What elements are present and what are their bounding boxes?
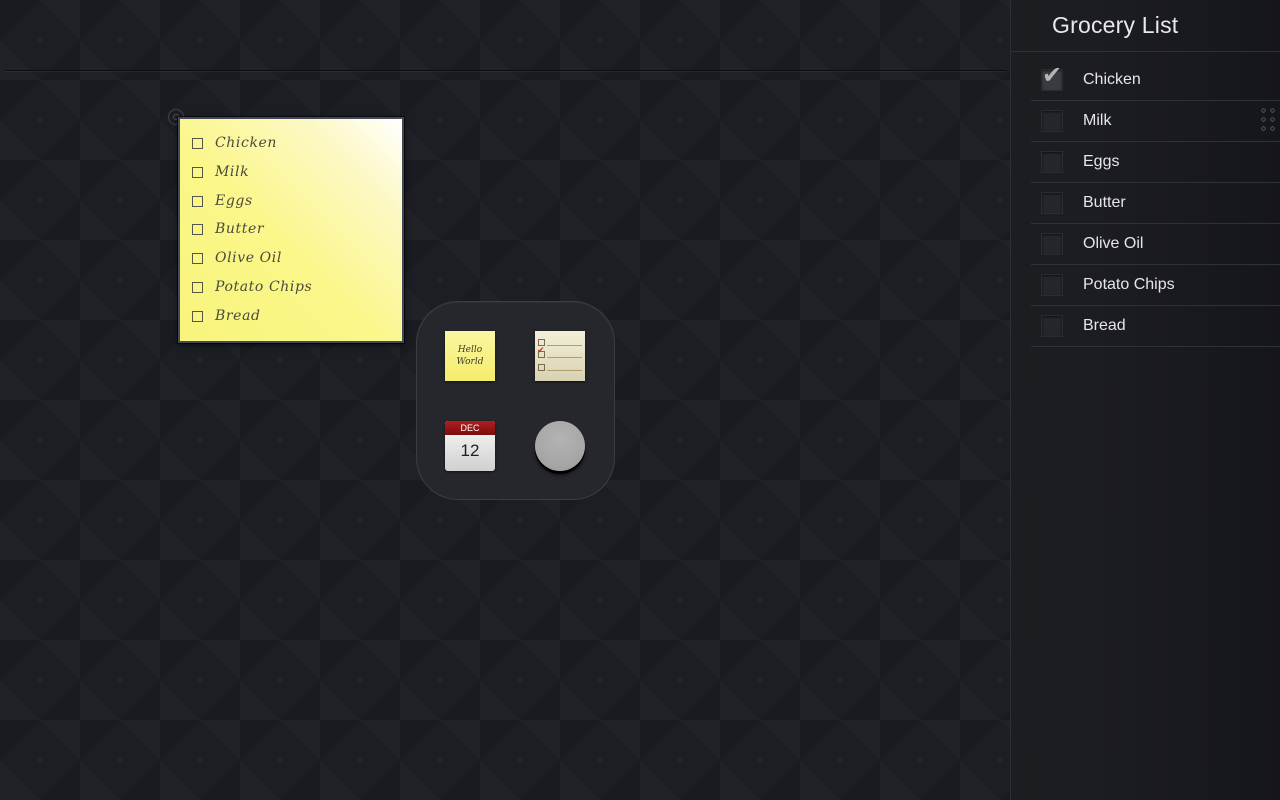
- note-item: Eggs: [192, 190, 253, 212]
- item-label: Chicken: [1083, 71, 1141, 88]
- grocery-list-sidebar: Grocery List ✔ Chicken Milk Eggs Butter: [1010, 0, 1280, 800]
- note-checkbox[interactable]: [192, 166, 203, 178]
- widget-board: Chicken Milk Eggs Butter Olive Oil Potat…: [0, 0, 1010, 800]
- calendar-day: 12: [460, 441, 480, 460]
- note-item-label: Olive Oil: [215, 250, 282, 266]
- note-item: Potato Chips: [192, 276, 312, 298]
- note-item-label: Bread: [215, 308, 261, 324]
- note-checkbox[interactable]: [192, 252, 203, 264]
- item-checkbox[interactable]: [1041, 192, 1063, 214]
- note-checkbox[interactable]: [192, 195, 203, 207]
- checklist-row-icon: [538, 364, 582, 373]
- note-item-label: Chicken: [215, 135, 278, 151]
- checklist-row-icon: [538, 339, 582, 348]
- clock-widget-button[interactable]: [535, 421, 585, 471]
- item-label: Butter: [1083, 194, 1126, 211]
- item-checkbox[interactable]: [1041, 110, 1063, 132]
- item-checkbox[interactable]: [1041, 151, 1063, 173]
- note-item-label: Potato Chips: [215, 279, 313, 295]
- calendar-month: DEC: [445, 421, 495, 435]
- toolbar-divider: [6, 70, 1006, 71]
- list-item[interactable]: ✔ Chicken: [1031, 60, 1280, 101]
- item-label: Eggs: [1083, 153, 1120, 170]
- grocery-list: ✔ Chicken Milk Eggs Butter Olive Oil Pot…: [1031, 60, 1280, 347]
- divider: [1011, 51, 1280, 52]
- list-item[interactable]: Eggs: [1031, 142, 1280, 183]
- item-checkbox[interactable]: [1041, 274, 1063, 296]
- note-checkbox[interactable]: [192, 137, 203, 149]
- app-canvas: Chicken Milk Eggs Butter Olive Oil Potat…: [0, 0, 1280, 800]
- sticky-widget-text: Hello World: [456, 345, 484, 367]
- item-label: Milk: [1083, 112, 1112, 129]
- note-item-label: Butter: [215, 221, 265, 237]
- note-item: Chicken: [192, 132, 277, 154]
- note-item: Olive Oil: [192, 247, 282, 269]
- checklist-row-icon: ✔: [537, 347, 582, 360]
- item-checkbox[interactable]: [1041, 69, 1063, 91]
- note-item: Milk: [192, 161, 249, 183]
- list-item[interactable]: Olive Oil: [1031, 224, 1280, 265]
- list-item[interactable]: Butter: [1031, 183, 1280, 224]
- item-checkbox[interactable]: [1041, 315, 1063, 337]
- note-item-label: Milk: [215, 164, 250, 180]
- checklist-widget-button[interactable]: ✔: [535, 331, 585, 381]
- item-label: Potato Chips: [1083, 276, 1175, 293]
- item-label: Bread: [1083, 317, 1126, 334]
- grocery-sticky-note[interactable]: Chicken Milk Eggs Butter Olive Oil Potat…: [178, 117, 404, 343]
- note-item-label: Eggs: [215, 193, 253, 209]
- check-mark-icon: ✔: [537, 346, 545, 356]
- item-label: Olive Oil: [1083, 235, 1144, 252]
- note-checkbox[interactable]: [192, 281, 203, 293]
- list-item[interactable]: Potato Chips: [1031, 265, 1280, 306]
- list-item[interactable]: Milk: [1031, 101, 1280, 142]
- item-checkbox[interactable]: [1041, 233, 1063, 255]
- note-item: Butter: [192, 218, 264, 240]
- widget-picker: Hello World ✔ DEC 12: [416, 301, 615, 500]
- calendar-widget-button[interactable]: DEC 12: [445, 421, 495, 471]
- list-item[interactable]: Bread: [1031, 306, 1280, 347]
- note-item: Bread: [192, 305, 261, 327]
- note-checkbox[interactable]: [192, 223, 203, 235]
- note-checkbox[interactable]: [192, 310, 203, 322]
- sticky-note-widget-button[interactable]: Hello World: [445, 331, 495, 381]
- sidebar-title: Grocery List: [1052, 12, 1179, 38]
